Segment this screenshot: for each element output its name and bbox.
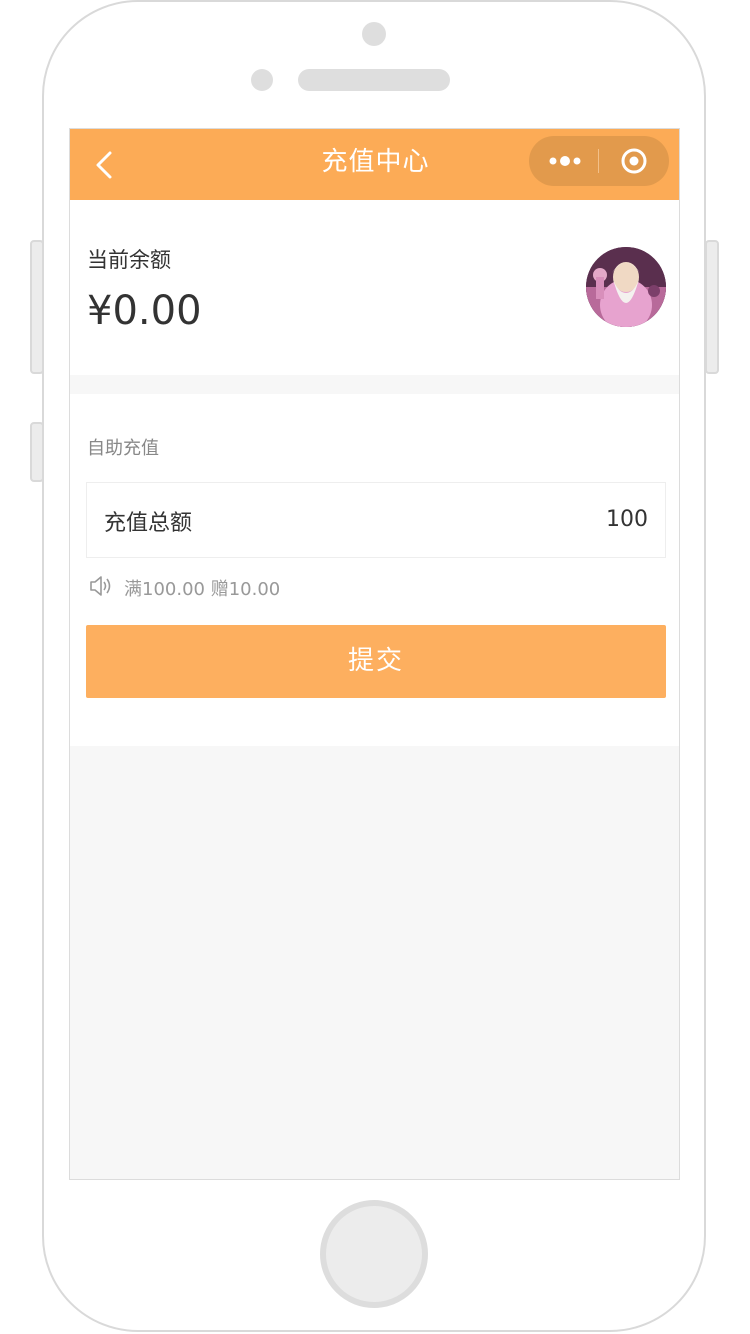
- home-button[interactable]: [320, 1200, 428, 1308]
- submit-button[interactable]: 提交: [86, 625, 666, 698]
- mini-program-capsule: [529, 136, 669, 186]
- amount-label: 充值总额: [104, 511, 193, 536]
- user-avatar[interactable]: [586, 247, 666, 327]
- balance-card: 当前余额 ¥0.00: [70, 200, 679, 375]
- amount-input[interactable]: 100: [606, 507, 648, 532]
- navigation-bar: 充值中心: [70, 129, 679, 200]
- proximity-sensor: [251, 69, 273, 91]
- earpiece-speaker: [298, 69, 450, 91]
- promo-text: 满100.00 赠10.00: [124, 579, 281, 600]
- section-title: 自助充值: [87, 438, 159, 459]
- front-camera: [362, 22, 386, 46]
- balance-label: 当前余额: [87, 248, 171, 272]
- more-dots-icon[interactable]: [545, 146, 585, 176]
- target-circle-icon[interactable]: [617, 146, 651, 176]
- power-button: [705, 240, 719, 374]
- recharge-card: 自助充值 充值总额 100 满100.00 赠10.00 提交: [70, 394, 679, 746]
- capsule-divider: [598, 149, 599, 173]
- balance-value: ¥0.00: [87, 288, 202, 334]
- app-screen: 充值中心 当前余额 ¥0.00 自助充值 充值总额 100 满100.00 赠1…: [69, 128, 680, 1180]
- speaker-icon: [89, 575, 113, 597]
- amount-input-row[interactable]: 充值总额 100: [86, 482, 666, 558]
